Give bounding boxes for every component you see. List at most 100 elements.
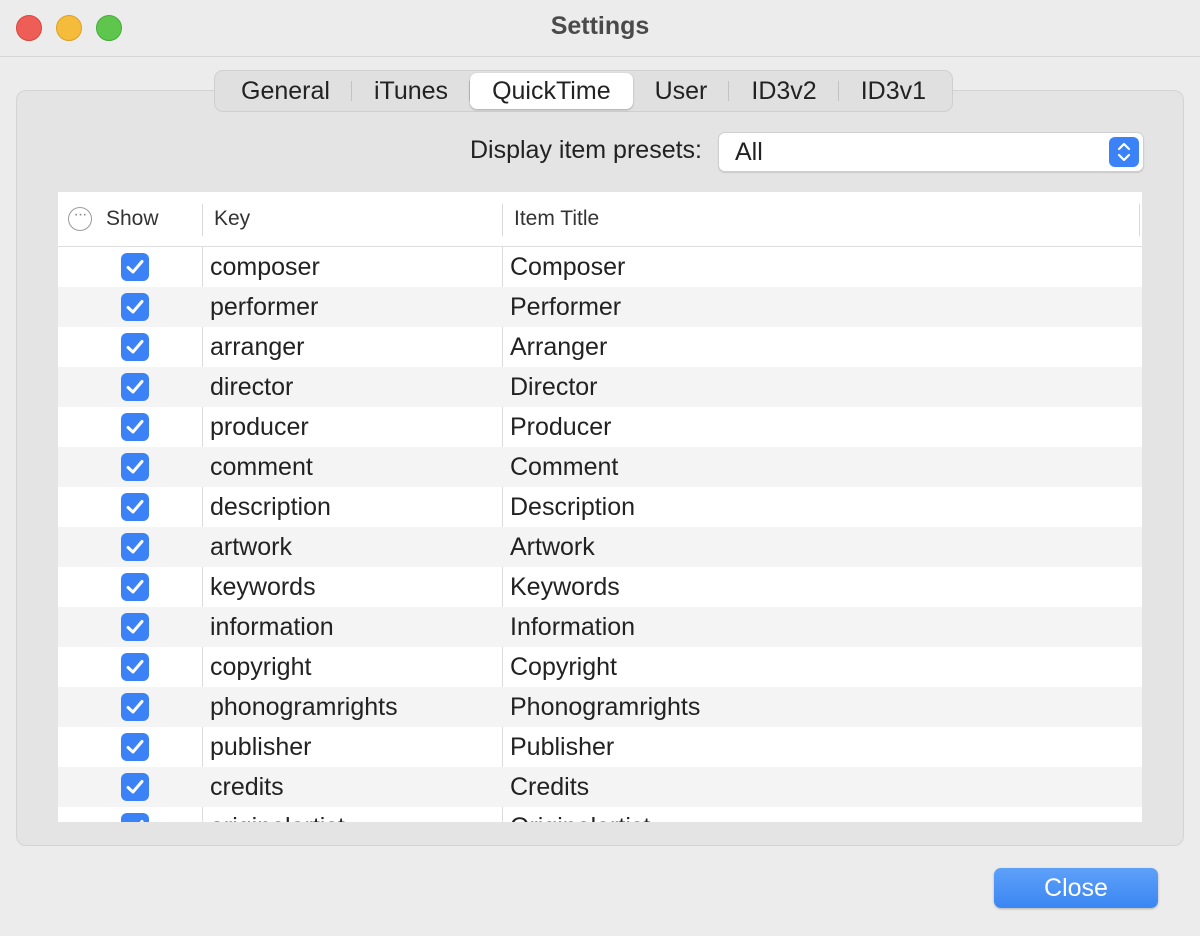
table-row[interactable]: copyright Copyright — [58, 647, 1142, 687]
show-checkbox[interactable] — [121, 813, 149, 822]
table-row[interactable]: information Information — [58, 607, 1142, 647]
header-item-title[interactable]: Item Title — [514, 192, 599, 246]
show-checkbox[interactable] — [121, 413, 149, 441]
row-item-title[interactable]: Performer — [510, 293, 621, 322]
checkmark-icon — [126, 500, 144, 514]
show-checkbox[interactable] — [121, 453, 149, 481]
presets-popup-button[interactable]: All — [718, 132, 1144, 172]
checkmark-icon — [126, 540, 144, 554]
title-bar: Settings — [0, 0, 1200, 57]
checkmark-icon — [126, 340, 144, 354]
tab-quicktime[interactable]: QuickTime — [470, 73, 633, 109]
show-checkbox[interactable] — [121, 493, 149, 521]
show-checkbox[interactable] — [121, 773, 149, 801]
table-row[interactable]: producer Producer — [58, 407, 1142, 447]
checkmark-icon — [126, 420, 144, 434]
table-row[interactable]: description Description — [58, 487, 1142, 527]
table-row[interactable]: performer Performer — [58, 287, 1142, 327]
presets-selected-value: All — [735, 138, 763, 166]
checkmark-icon — [126, 380, 144, 394]
row-item-title[interactable]: Arranger — [510, 333, 607, 362]
show-checkbox[interactable] — [121, 293, 149, 321]
show-checkbox[interactable] — [121, 373, 149, 401]
row-key[interactable]: keywords — [210, 573, 316, 602]
header-divider — [202, 204, 203, 236]
table-row[interactable]: arranger Arranger — [58, 327, 1142, 367]
settings-window: Settings General iTunes QuickTime User I… — [0, 0, 1200, 936]
row-key[interactable]: phonogramrights — [210, 693, 398, 722]
table-row[interactable]: credits Credits — [58, 767, 1142, 807]
header-key[interactable]: Key — [214, 192, 250, 246]
row-item-title[interactable]: Comment — [510, 453, 618, 482]
show-checkbox[interactable] — [121, 693, 149, 721]
header-show[interactable]: Show — [106, 192, 159, 246]
checkmark-icon — [126, 620, 144, 634]
table-row[interactable]: publisher Publisher — [58, 727, 1142, 767]
row-item-title[interactable]: Originalartist — [510, 813, 650, 822]
show-checkbox[interactable] — [121, 573, 149, 601]
tab-itunes[interactable]: iTunes — [352, 73, 471, 109]
checkmark-icon — [126, 780, 144, 794]
checkmark-icon — [126, 740, 144, 754]
table-row[interactable]: originalartist Originalartist — [58, 807, 1142, 822]
row-item-title[interactable]: Producer — [510, 413, 611, 442]
show-checkbox[interactable] — [121, 333, 149, 361]
checkmark-icon — [126, 460, 144, 474]
tab-general[interactable]: General — [219, 73, 352, 109]
row-item-title[interactable]: Description — [510, 493, 635, 522]
presets-label: Display item presets: — [469, 136, 702, 164]
row-key[interactable]: information — [210, 613, 334, 642]
row-item-title[interactable]: Phonogramrights — [510, 693, 700, 722]
table-row[interactable]: comment Comment — [58, 447, 1142, 487]
row-key[interactable]: originalartist — [210, 813, 345, 822]
table-row[interactable]: artwork Artwork — [58, 527, 1142, 567]
tab-bar: General iTunes QuickTime User ID3v2 ID3v… — [214, 70, 954, 112]
row-key[interactable]: description — [210, 493, 331, 522]
checkmark-icon — [126, 700, 144, 714]
row-key[interactable]: composer — [210, 253, 320, 282]
tab-id3v1[interactable]: ID3v1 — [839, 73, 948, 109]
row-item-title[interactable]: Publisher — [510, 733, 614, 762]
window-title: Settings — [550, 12, 650, 40]
checkmark-icon — [126, 580, 144, 594]
row-key[interactable]: performer — [210, 293, 318, 322]
row-key[interactable]: producer — [210, 413, 309, 442]
row-item-title[interactable]: Keywords — [510, 573, 620, 602]
row-key[interactable]: publisher — [210, 733, 311, 762]
tab-id3v2[interactable]: ID3v2 — [729, 73, 840, 109]
row-key[interactable]: copyright — [210, 653, 311, 682]
up-down-chevron-icon — [1109, 137, 1139, 167]
show-checkbox[interactable] — [121, 613, 149, 641]
tab-user[interactable]: User — [633, 73, 730, 109]
checkmark-icon — [126, 660, 144, 674]
row-item-title[interactable]: Director — [510, 373, 598, 402]
more-options-icon[interactable]: ··· — [68, 207, 92, 231]
header-divider — [1139, 204, 1140, 236]
table-body: composer Composer performer Performer arrang… — [58, 247, 1142, 822]
show-checkbox[interactable] — [121, 533, 149, 561]
row-item-title[interactable]: Composer — [510, 253, 625, 282]
table-row[interactable]: composer Composer — [58, 247, 1142, 287]
checkmark-icon — [126, 260, 144, 274]
row-key[interactable]: director — [210, 373, 293, 402]
table-header: ··· Show Key Item Title — [58, 192, 1142, 247]
show-checkbox[interactable] — [121, 733, 149, 761]
row-item-title[interactable]: Artwork — [510, 533, 595, 562]
row-key[interactable]: artwork — [210, 533, 292, 562]
show-checkbox[interactable] — [121, 253, 149, 281]
row-item-title[interactable]: Information — [510, 613, 635, 642]
row-item-title[interactable]: Credits — [510, 773, 589, 802]
row-key[interactable]: arranger — [210, 333, 305, 362]
row-item-title[interactable]: Copyright — [510, 653, 617, 682]
show-checkbox[interactable] — [121, 653, 149, 681]
table-row[interactable]: phonogramrights Phonogramrights — [58, 687, 1142, 727]
table-row[interactable]: keywords Keywords — [58, 567, 1142, 607]
checkmark-icon — [126, 300, 144, 314]
table-row[interactable]: director Director — [58, 367, 1142, 407]
items-table: ··· Show Key Item Title composer Composer… — [58, 192, 1142, 822]
header-divider — [502, 204, 503, 236]
row-key[interactable]: credits — [210, 773, 284, 802]
row-key[interactable]: comment — [210, 453, 313, 482]
checkmark-icon — [139, 820, 144, 822]
close-button[interactable]: Close — [994, 868, 1158, 908]
